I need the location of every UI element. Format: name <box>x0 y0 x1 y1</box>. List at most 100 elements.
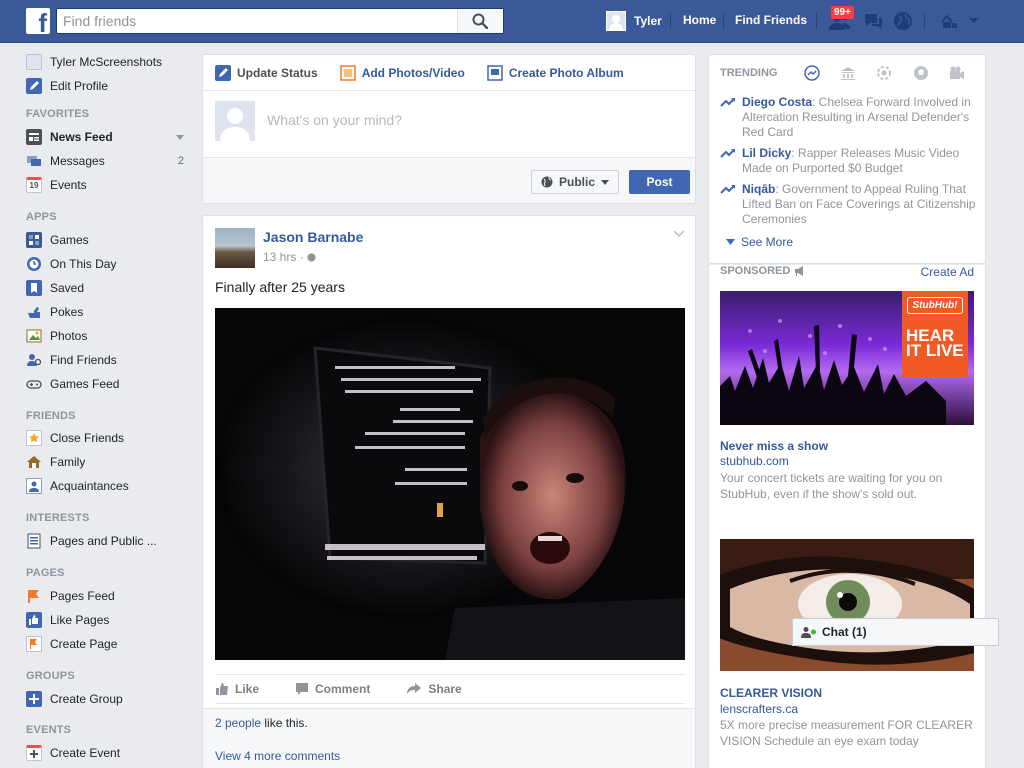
sidebar-item-label: On This Day <box>50 257 117 271</box>
ad-description: 5X more precise measurement FOR CLEARER … <box>720 718 973 748</box>
trending-topic-name[interactable]: Niqāb <box>742 182 775 196</box>
notification-badge: 99+ <box>831 6 854 19</box>
ad-image-stubhub[interactable]: StubHub! HEAR IT LIVE <box>720 291 974 425</box>
trending-arrow-icon <box>720 185 735 194</box>
likers-link[interactable]: 2 people <box>215 716 261 730</box>
thumbs-up-icon <box>216 683 228 695</box>
facebook-logo-icon[interactable]: f <box>26 8 50 34</box>
trending-item[interactable]: Diego Costa: Chelsea Forward Involved in… <box>720 95 980 140</box>
sidebar-item-label: Messages <box>50 154 105 168</box>
ad-banner-line: IT LIVE <box>906 341 964 360</box>
sidebar-item-label: Create Event <box>50 746 121 760</box>
star-icon <box>26 430 42 446</box>
sidebar-item-pokes[interactable]: Pokes <box>26 302 190 322</box>
nav-divider <box>924 13 925 29</box>
profile-link[interactable]: Tyler <box>606 10 662 32</box>
post-author-link[interactable]: Jason Barnabe <box>263 229 363 245</box>
post-timestamp[interactable]: 13 hrs · <box>263 250 316 264</box>
ad-url[interactable]: lenscrafters.ca <box>720 702 798 716</box>
sidebar-item-saved[interactable]: Saved <box>26 278 190 298</box>
search-button[interactable] <box>457 9 503 33</box>
section-header-pages: PAGES <box>26 567 65 579</box>
sidebar-item-on-this-day[interactable]: On This Day <box>26 254 190 274</box>
find-friends-link[interactable]: Find Friends <box>735 13 807 27</box>
ad-url[interactable]: stubhub.com <box>720 454 789 468</box>
sidebar-item-find-friends[interactable]: Find Friends <box>26 350 190 370</box>
sidebar-item-create-group[interactable]: Create Group <box>26 689 190 709</box>
status-input[interactable]: What's on your mind? <box>267 112 402 128</box>
clock-history-icon <box>26 256 42 272</box>
see-more-trending-link[interactable]: See More <box>726 235 793 249</box>
pencil-icon <box>215 64 231 81</box>
status-composer: Update Status Add Photos/Video Create Ph… <box>202 54 696 204</box>
sidebar-item-profile[interactable]: Tyler McScreenshots <box>26 52 190 72</box>
sidebar-item-label: Create Page <box>50 637 118 651</box>
sidebar-item-label: News Feed <box>50 130 113 144</box>
post-button[interactable]: Post <box>629 170 690 194</box>
stubhub-logo: StubHub! <box>907 297 963 314</box>
like-button[interactable]: Like <box>215 682 259 696</box>
sidebar-item-create-page[interactable]: Create Page <box>26 634 190 654</box>
sidebar-item-pages-feed[interactable]: Pages Feed <box>26 586 190 606</box>
avatar <box>606 11 626 31</box>
post-options-chevron-icon[interactable] <box>673 230 685 238</box>
science-icon[interactable] <box>876 65 892 81</box>
entertainment-camera-icon[interactable] <box>949 65 965 81</box>
sidebar-item-games[interactable]: Games <box>26 230 190 250</box>
sidebar-item-label: Games <box>50 233 89 247</box>
sidebar-item-news-feed[interactable]: News Feed <box>26 127 190 147</box>
view-more-comments-link[interactable]: View 4 more comments <box>215 749 340 763</box>
privacy-selector-button[interactable]: Public <box>531 170 619 194</box>
sidebar-item-photos[interactable]: Photos <box>26 326 190 346</box>
politics-icon[interactable] <box>840 65 856 81</box>
calendar-plus-icon <box>26 745 42 761</box>
privacy-shortcuts-icon[interactable] <box>940 14 958 30</box>
messages-icon[interactable] <box>862 12 884 32</box>
search-input[interactable] <box>57 9 457 33</box>
share-button[interactable]: Share <box>406 682 462 696</box>
trending-arrow-icon <box>720 149 735 158</box>
chevron-down-icon[interactable] <box>176 135 184 140</box>
album-icon <box>487 64 503 81</box>
trending-topic-name[interactable]: Lil Dicky <box>742 146 791 160</box>
sidebar-item-label: Pages Feed <box>50 589 115 603</box>
sidebar-item-label: Games Feed <box>50 377 120 391</box>
comment-button[interactable]: Comment <box>295 682 370 696</box>
sidebar-item-like-pages[interactable]: Like Pages <box>26 610 190 630</box>
author-avatar[interactable] <box>215 228 255 268</box>
sidebar-item-acquaintances[interactable]: Acquaintances <box>26 476 190 496</box>
trending-topic-name[interactable]: Diego Costa <box>742 95 812 109</box>
trending-top-icon[interactable] <box>804 65 820 81</box>
messages-icon <box>26 153 42 169</box>
account-menu-arrow-icon[interactable] <box>968 17 980 25</box>
gamepad-icon <box>26 376 42 392</box>
sidebar-item-games-feed[interactable]: Games Feed <box>26 374 190 394</box>
photos-icon <box>26 328 42 344</box>
tab-add-photos-video[interactable]: Add Photos/Video <box>339 64 465 81</box>
sports-ball-icon[interactable] <box>913 65 929 81</box>
tab-create-photo-album[interactable]: Create Photo Album <box>487 64 624 81</box>
ad-title[interactable]: Never miss a show <box>720 439 828 453</box>
sidebar-item-family[interactable]: Family <box>26 452 190 472</box>
sidebar-item-pages-and-public-figures[interactable]: Pages and Public ... <box>26 531 190 551</box>
create-ad-link[interactable]: Create Ad <box>921 265 974 279</box>
sidebar-item-edit-profile[interactable]: Edit Profile <box>26 76 190 96</box>
sidebar-item-create-event[interactable]: Create Event <box>26 743 190 763</box>
sidebar-item-events[interactable]: 19 Events <box>26 175 190 195</box>
trending-item[interactable]: Lil Dicky: Rapper Releases Music Video M… <box>720 146 980 176</box>
globe-notifications-icon[interactable] <box>893 11 913 31</box>
post-photo[interactable] <box>215 308 685 660</box>
nav-divider <box>723 13 724 29</box>
tab-update-status[interactable]: Update Status <box>215 64 318 81</box>
sidebar-item-close-friends[interactable]: Close Friends <box>26 428 190 448</box>
ad-title[interactable]: CLEARER VISION <box>720 686 822 700</box>
sidebar-item-label: Tyler McScreenshots <box>50 55 163 69</box>
likes-summary: 2 people like this. <box>215 716 308 730</box>
home-link[interactable]: Home <box>683 13 716 27</box>
stubhub-banner: StubHub! HEAR IT LIVE <box>902 291 968 377</box>
trending-item[interactable]: Niqāb: Government to Appeal Ruling That … <box>720 182 980 227</box>
sidebar-item-messages[interactable]: Messages 2 <box>26 151 190 171</box>
chat-sidebar-tab[interactable]: Chat (1) <box>792 618 999 646</box>
pages-list-icon <box>26 533 42 549</box>
ad-image-lenscrafters[interactable] <box>720 539 974 671</box>
